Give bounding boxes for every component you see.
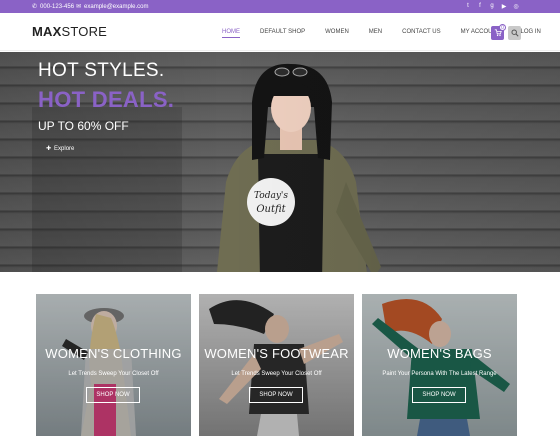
site-logo[interactable]: MAXSTORE — [32, 24, 107, 39]
instagram-icon[interactable]: ◎ — [512, 2, 520, 10]
category-title: WOMEN'S CLOTHING — [45, 346, 182, 361]
hero-model-image: Today's Outfit — [217, 63, 381, 272]
social-links: t f g ▶ ◎ — [464, 2, 520, 10]
nav-item-home[interactable]: HOME — [222, 29, 240, 38]
youtube-icon[interactable]: ▶ — [500, 2, 508, 10]
shirt-text-line-1: Today's — [254, 191, 288, 201]
nav-item-contact-us[interactable]: CONTACT US — [402, 29, 440, 38]
hero-banner: Today's Outfit — [0, 52, 560, 272]
shop-now-button[interactable]: SHOP NOW — [86, 387, 140, 403]
site-header: MAXSTORE HOME DEFAULT SHOP WOMEN MEN CON… — [0, 13, 560, 51]
shop-now-button[interactable]: SHOP NOW — [412, 387, 466, 403]
hero-subheadline: UP TO 60% OFF — [38, 119, 129, 133]
category-subtitle: Let Trends Sweep Your Closet Off — [68, 371, 159, 377]
search-button[interactable] — [508, 26, 521, 40]
category-title: WOMEN'S BAGS — [387, 346, 492, 361]
shop-now-button[interactable]: SHOP NOW — [249, 387, 303, 403]
cart-count-badge: 0 — [499, 24, 506, 31]
phone-number: 000-123-456 — [40, 3, 75, 10]
logo-regular: STORE — [61, 24, 108, 39]
nav-item-men[interactable]: MEN — [369, 29, 382, 38]
email-contact[interactable]: ✉ example@example.com — [76, 3, 149, 11]
category-card-footwear[interactable]: WOMEN'S FOOTWEAR Let Trends Sweep Your C… — [199, 294, 354, 436]
email-address: example@example.com — [84, 3, 149, 10]
nav-item-women[interactable]: WOMEN — [325, 29, 349, 38]
logo-bold: MAX — [32, 24, 62, 39]
hero-headline: HOT STYLES. — [38, 60, 165, 81]
top-bar: ✆ 000-123-456 ✉ example@example.com t f … — [0, 0, 560, 13]
nav-item-default-shop[interactable]: DEFAULT SHOP — [260, 29, 305, 38]
category-subtitle: Paint Your Persona With The Latest Range — [382, 371, 497, 377]
category-card-bags[interactable]: WOMEN'S BAGS Paint Your Persona With The… — [362, 294, 517, 436]
google-plus-icon[interactable]: g — [488, 2, 496, 10]
category-title: WOMEN'S FOOTWEAR — [204, 346, 349, 361]
twitter-icon[interactable]: t — [464, 2, 472, 10]
phone-icon: ✆ — [32, 4, 38, 10]
plus-icon: ✚ — [46, 146, 52, 152]
category-card-clothing[interactable]: WOMEN'S CLOTHING Let Trends Sweep Your C… — [36, 294, 191, 436]
hero-highlight: HOT DEALS. — [38, 87, 175, 112]
category-overlay — [199, 294, 354, 436]
nav-item-log-in[interactable]: LOG IN — [521, 29, 541, 38]
search-icon — [510, 29, 519, 37]
category-subtitle: Let Trends Sweep Your Closet Off — [231, 371, 322, 377]
category-overlay — [362, 294, 517, 436]
shirt-text-line-2: Outfit — [256, 204, 286, 215]
mail-icon: ✉ — [76, 4, 82, 10]
category-overlay — [36, 294, 191, 436]
phone-contact[interactable]: ✆ 000-123-456 — [32, 3, 75, 11]
explore-button[interactable]: ✚ Explore — [46, 145, 75, 153]
facebook-icon[interactable]: f — [476, 2, 484, 10]
explore-label: Explore — [54, 145, 75, 152]
